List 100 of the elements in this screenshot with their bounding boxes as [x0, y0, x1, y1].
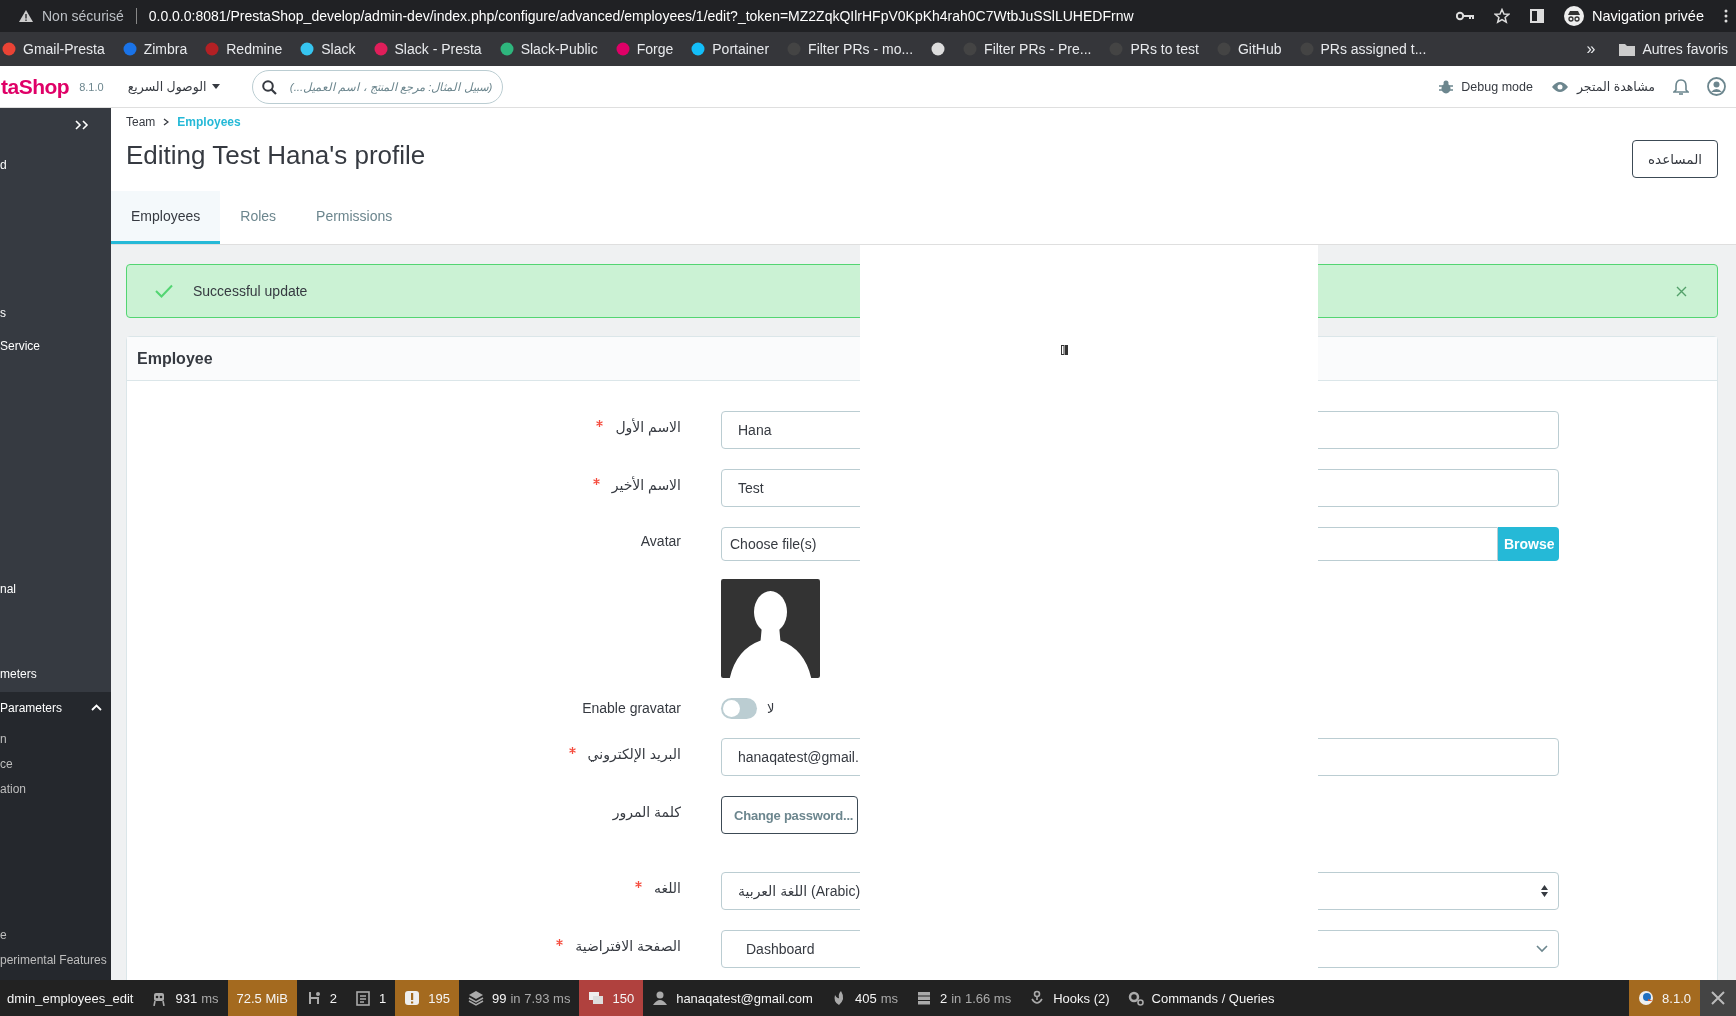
toolbar-detail: in 7.93 ms — [510, 990, 571, 1006]
quick-access-dropdown[interactable]: الوصول السريع — [127, 79, 221, 94]
debug-mode-link[interactable]: Debug mode — [1439, 79, 1533, 94]
robot-icon — [151, 990, 168, 1006]
key-icon[interactable] — [1455, 10, 1474, 22]
toolbar-value: Commands / Queries — [1151, 990, 1275, 1006]
toggle-switch[interactable] — [721, 698, 757, 719]
bookmark[interactable]: PRs to test — [1101, 41, 1207, 57]
profile-button[interactable]: Navigation privée — [1563, 6, 1704, 26]
version-label: 8.1.0 — [79, 80, 104, 93]
sidebar-subitem[interactable]: ation — [0, 776, 111, 802]
kebab-menu-icon[interactable] — [1724, 9, 1728, 23]
folder-icon — [1619, 42, 1636, 56]
sidebar-subitem[interactable]: e — [0, 922, 111, 948]
close-button[interactable] — [1700, 980, 1736, 1016]
toolbar-value: 2 — [329, 990, 338, 1006]
field-label: Avatar — [640, 533, 681, 549]
toolbar-value: hanaqatest@gmail.com — [676, 990, 813, 1006]
bookmark[interactable]: GitHub — [1208, 41, 1290, 57]
bookmark[interactable]: Gmail-Presta — [0, 41, 113, 57]
view-store-link[interactable]: مشاهدة المتجر — [1550, 79, 1655, 94]
eye-icon — [1550, 80, 1569, 93]
field-label: كلمة المرور — [612, 804, 681, 820]
field-label: الاسم الأخير — [611, 477, 681, 493]
toolbar-item[interactable]: 931 ms — [142, 980, 228, 1016]
field-label: اللغه — [653, 880, 681, 896]
sidebar-subitem[interactable]: perimental Features — [0, 947, 111, 973]
logo-text[interactable]: taShop — [1, 74, 70, 99]
toolbar-value: dmin_employees_edit — [7, 990, 134, 1006]
hook-icon — [1029, 990, 1046, 1006]
tab[interactable]: Employees — [111, 191, 221, 244]
security-warning: Non sécurisé — [42, 8, 124, 24]
toolbar-item[interactable]: 99 in 7.93 ms — [459, 980, 580, 1016]
warning-icon — [18, 9, 34, 23]
toolbar-item[interactable]: Hooks (2) — [1020, 980, 1119, 1016]
puffin-icon — [1638, 990, 1655, 1006]
chevron-right-icon — [163, 118, 170, 126]
toolbar-value: 1 — [379, 990, 387, 1006]
status-badge[interactable]: 8.1.0 — [1629, 980, 1700, 1016]
toolbar-item[interactable]: 1 — [346, 980, 396, 1016]
bug-icon — [1439, 79, 1454, 94]
search-field[interactable]: (سبيل المثال: مرجع المنتج ، اسم العميل...) — [252, 69, 504, 104]
sidebar-item[interactable]: nal — [0, 577, 111, 602]
sidebar-item[interactable]: Service — [0, 334, 111, 359]
bookmark[interactable]: Redmine — [197, 41, 291, 57]
sidebar-subitem[interactable]: ce — [0, 751, 111, 777]
bookmark[interactable]: Slack-Public — [491, 41, 606, 57]
bookmark[interactable]: Portainer — [683, 41, 778, 57]
toolbar-item[interactable]: Commands / Queries — [1118, 980, 1284, 1016]
search-icon — [262, 79, 278, 95]
user-icon[interactable] — [1707, 77, 1726, 96]
bookmark[interactable]: PRs assigned t... — [1291, 41, 1435, 57]
bookmark-folder[interactable]: Autres favoris — [1611, 41, 1736, 57]
change-password-button[interactable]: Change password... — [721, 796, 859, 834]
pause-icon — [1061, 345, 1068, 355]
toolbar-value: Hooks (2) — [1053, 990, 1110, 1006]
sidebar-item[interactable]: d — [0, 153, 111, 178]
tab[interactable]: Roles — [220, 191, 297, 244]
toolbar-value: 99 — [492, 990, 507, 1006]
sidebar-item[interactable]: s — [0, 301, 111, 326]
toolbar-value: 72.5 MiB — [236, 990, 288, 1006]
toolbar-item[interactable]: dmin_employees_edit — [0, 980, 143, 1016]
toolbar-detail: ms — [201, 990, 219, 1006]
bookmark[interactable]: Filter PRs - Pre... — [955, 41, 1100, 57]
database-icon — [916, 990, 932, 1006]
sidebar-item[interactable]: meters — [0, 662, 111, 687]
more-bookmarks-button[interactable]: » — [1586, 40, 1596, 58]
bookmark[interactable]: Slack — [292, 41, 364, 57]
status-badge[interactable]: 195 — [395, 980, 459, 1016]
bookmark[interactable]: Filter PRs - mo... — [779, 41, 922, 57]
toolbar-item[interactable]: 405 ms — [821, 980, 907, 1016]
help-button[interactable]: المساعده — [1632, 140, 1718, 178]
toolbar-item[interactable]: 2 in 1.66 ms — [907, 980, 1021, 1016]
check-icon — [155, 284, 173, 298]
bookmark[interactable]: Slack - Presta — [365, 41, 490, 57]
status-badge[interactable]: 72.5 MiB — [227, 980, 297, 1016]
url-text[interactable]: 0.0.0.0:8081/PrestaShop_develop/admin-dev/index.php/configure/advanced/employees/1/edit?_token=MZ2ZqkQIlrHFpV0KpKh4rah0C7WtbJuSSlLUHEDFrnw — [148, 8, 1134, 24]
user-icon — [652, 990, 669, 1006]
bell-icon[interactable] — [1673, 77, 1689, 96]
incognito-icon — [1563, 6, 1584, 26]
bookmark[interactable]: Forge — [607, 41, 682, 57]
sidebar-item[interactable]: Parameters — [0, 691, 111, 724]
bookmark[interactable]: Zimbra — [114, 41, 196, 57]
close-icon[interactable] — [1676, 285, 1687, 297]
gears-icon — [1127, 990, 1144, 1006]
toolbar-detail: in 1.66 ms — [951, 990, 1012, 1006]
double-chevron-icon[interactable] — [75, 120, 89, 130]
breadcrumb-link[interactable]: Team — [126, 115, 156, 129]
toolbar-item[interactable]: 2 — [296, 980, 347, 1016]
field-label: الصفحة الافتراضية — [575, 938, 681, 954]
toolbar-value: 405 — [854, 990, 877, 1006]
tab[interactable]: Permissions — [296, 191, 413, 244]
sidebar-subitem[interactable]: n — [0, 726, 111, 752]
toolbar-value: 931 — [175, 990, 198, 1006]
clipboard-icon — [355, 990, 372, 1006]
status-badge[interactable]: 150 — [579, 980, 644, 1016]
star-icon[interactable] — [1493, 8, 1510, 24]
toolbar-item[interactable]: hanaqatest@gmail.com — [643, 980, 822, 1016]
side-panel-icon[interactable] — [1529, 9, 1544, 23]
alert-message: Successful update — [193, 283, 309, 299]
